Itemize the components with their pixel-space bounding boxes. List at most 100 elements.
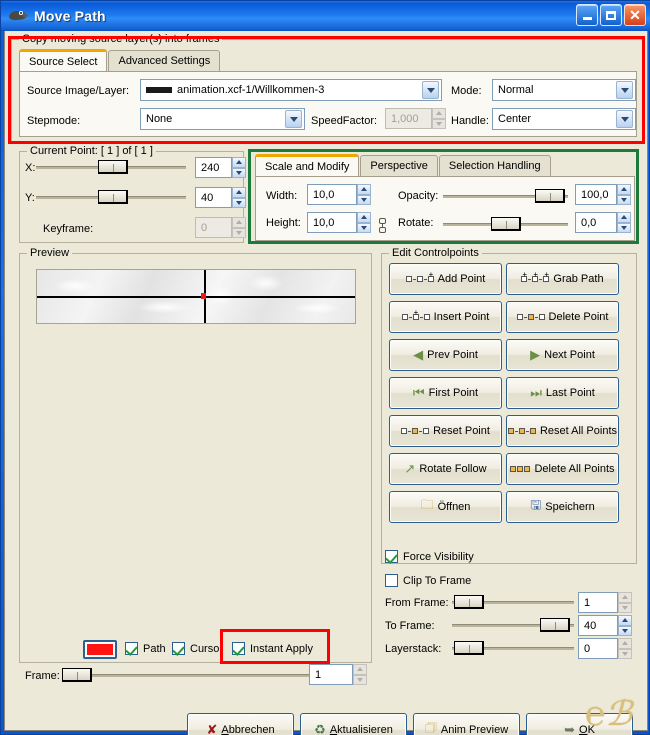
insert-point-button[interactable]: Insert Point (389, 301, 502, 333)
oeffnen-button[interactable]: 🗀 Öffnen (389, 491, 502, 523)
width-height-chain-icon[interactable] (378, 218, 386, 233)
layerstack-slider[interactable] (452, 640, 574, 656)
title-bar: Move Path ✕ (1, 1, 650, 31)
edit-controlpoints-label: Edit Controlpoints (389, 247, 482, 259)
chevron-down-icon[interactable] (285, 110, 302, 128)
handle-label: Handle: (451, 115, 489, 127)
cancel-x-icon: ✘ (206, 722, 218, 735)
source-image-layer-label: Source Image/Layer: (27, 85, 130, 97)
tab-source-select[interactable]: Source Select (19, 49, 108, 71)
checkbox-clip-to-frame[interactable]: Clip To Frame (385, 574, 471, 587)
minimize-button[interactable] (576, 4, 598, 26)
reset-point-button[interactable]: Reset Point (389, 415, 502, 447)
handle-combo[interactable]: Center (492, 108, 636, 130)
rotate-slider[interactable] (443, 216, 568, 232)
tab-perspective[interactable]: Perspective (360, 155, 438, 176)
tab-advanced-settings[interactable]: Advanced Settings (108, 50, 221, 71)
x-stepper[interactable] (232, 157, 246, 178)
rotate-stepper[interactable] (617, 212, 631, 233)
rotate-value: 0,0 (581, 216, 597, 229)
layer-thumbnail-icon (146, 87, 172, 93)
reset-all-points-button[interactable]: Reset All Points (506, 415, 619, 447)
from-frame-slider[interactable] (452, 594, 574, 610)
y-input[interactable]: 40 (195, 187, 232, 208)
tab-scale-and-modify[interactable]: Scale and Modify (255, 154, 360, 176)
speedfactor-stepper[interactable] (432, 108, 446, 129)
checkbox-cursor-box[interactable] (172, 642, 185, 655)
opacity-input[interactable]: 100,0 (575, 184, 617, 205)
checkbox-clip-to-frame-box[interactable] (385, 574, 398, 587)
to-frame-value: 40 (584, 619, 597, 632)
height-input[interactable]: 10,0 (307, 212, 357, 233)
x-input[interactable]: 240 (195, 157, 232, 178)
next-point-button[interactable]: ▶ Next Point (506, 339, 619, 371)
first-point-button[interactable]: ⏮ First Point (389, 377, 502, 409)
y-stepper[interactable] (232, 187, 246, 208)
checkbox-force-visibility[interactable]: Force Visibility (385, 550, 474, 563)
to-frame-stepper[interactable] (618, 615, 632, 636)
opacity-stepper[interactable] (617, 184, 631, 205)
checkbox-instant-apply[interactable]: Instant Apply (232, 642, 313, 655)
tab-scale-and-modify-label: Scale and Modify (265, 160, 350, 173)
keyframe-label: Keyframe: (43, 223, 94, 235)
preview-canvas[interactable] (36, 269, 356, 324)
checkbox-force-visibility-box[interactable] (385, 550, 398, 563)
abbrechen-button[interactable]: ✘ AAbbrechenbbrechen (187, 713, 294, 735)
height-label: Height: (266, 217, 301, 229)
anim-preview-button[interactable]: 🗇 Anim Preview (413, 713, 520, 735)
layerstack-input[interactable]: 0 (578, 638, 618, 659)
checkbox-cursor[interactable]: Cursor (172, 642, 223, 655)
maximize-button[interactable] (600, 4, 622, 26)
close-button[interactable]: ✕ (624, 4, 646, 26)
layerstack-label: Layerstack: (385, 643, 442, 655)
stepmode-value: None (146, 113, 173, 125)
checkbox-path[interactable]: Path (125, 642, 166, 655)
width-input[interactable]: 10,0 (307, 184, 357, 205)
speichern-button[interactable]: 🖫 Speichern (506, 491, 619, 523)
add-point-button[interactable]: Add Point (389, 263, 502, 295)
rotate-input[interactable]: 0,0 (575, 212, 617, 233)
last-point-button[interactable]: ⏭ Last Point (506, 377, 619, 409)
first-point-label: First Point (428, 387, 479, 399)
mode-combo[interactable]: Normal (492, 79, 636, 101)
chevron-down-icon[interactable] (616, 110, 633, 128)
delete-point-button[interactable]: Delete Point (506, 301, 619, 333)
aktualisieren-button[interactable]: ♻ Aktualisieren (300, 713, 407, 735)
layerstack-stepper[interactable] (618, 638, 632, 659)
to-frame-input[interactable]: 40 (578, 615, 618, 636)
from-frame-input[interactable]: 1 (578, 592, 618, 613)
prev-point-button[interactable]: ◀ Prev Point (389, 339, 502, 371)
ok-button[interactable]: ➥ OK (526, 713, 633, 735)
modify-tabstrip: Scale and Modify Perspective Selection H… (255, 154, 552, 176)
frame-value: 1 (315, 668, 322, 681)
delete-all-points-button[interactable]: Delete All Points (506, 453, 619, 485)
frame-stepper[interactable] (353, 664, 367, 685)
source-image-layer-combo[interactable]: animation.xcf-1/Willkommen-3 (140, 79, 442, 101)
stepmode-combo[interactable]: None (140, 108, 305, 130)
arrow-first-icon: ⏮ (412, 385, 425, 400)
keyframe-stepper[interactable] (232, 217, 246, 238)
to-frame-slider[interactable] (452, 617, 574, 633)
frame-slider[interactable] (62, 667, 317, 683)
from-frame-stepper[interactable] (618, 592, 632, 613)
path-color-swatch[interactable] (83, 640, 117, 659)
keyframe-input[interactable]: 0 (195, 217, 232, 238)
window-title: Move Path (34, 8, 106, 24)
rotate-follow-button[interactable]: ↗ Rotate Follow (389, 453, 502, 485)
width-stepper[interactable] (357, 184, 371, 205)
opacity-slider[interactable] (443, 188, 568, 204)
mode-value: Normal (498, 84, 534, 96)
keyframe-value: 0 (201, 221, 208, 234)
grab-path-button[interactable]: Grab Path (506, 263, 619, 295)
tab-selection-handling[interactable]: Selection Handling (438, 155, 551, 176)
chevron-down-icon[interactable] (616, 81, 633, 99)
from-frame-value: 1 (584, 596, 591, 609)
checkbox-instant-apply-box[interactable] (232, 642, 245, 655)
frame-input[interactable]: 1 (309, 664, 353, 685)
height-stepper[interactable] (357, 212, 371, 233)
y-slider[interactable] (36, 189, 186, 205)
checkbox-path-box[interactable] (125, 642, 138, 655)
chevron-down-icon[interactable] (422, 81, 439, 99)
speedfactor-input[interactable]: 1,000 (385, 108, 432, 129)
x-slider[interactable] (36, 159, 186, 175)
